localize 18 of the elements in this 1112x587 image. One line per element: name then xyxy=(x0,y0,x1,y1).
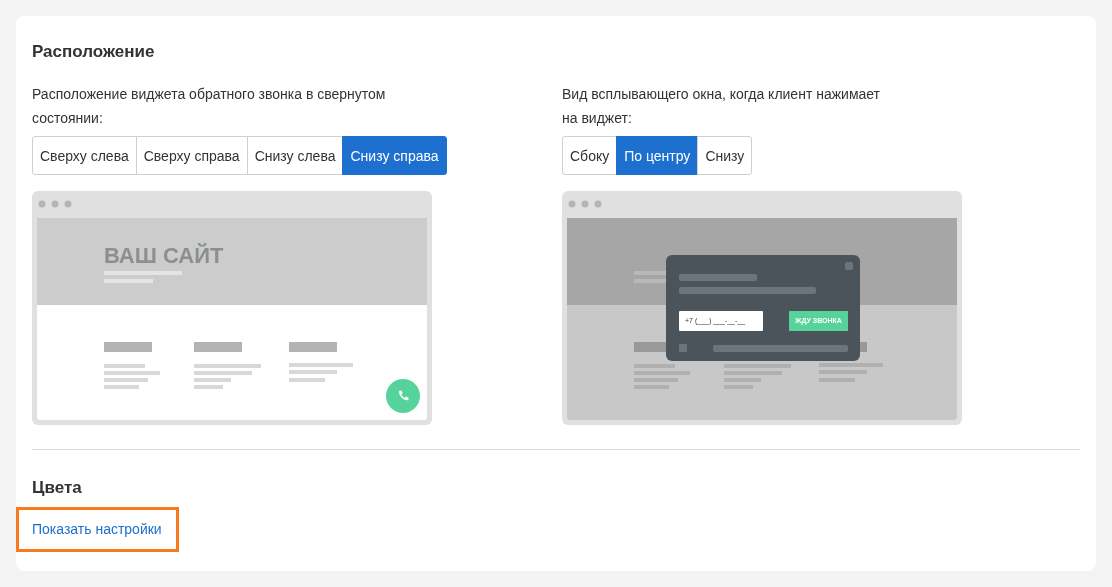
segment-button[interactable]: По центру xyxy=(616,136,699,175)
checkbox-icon xyxy=(679,344,687,352)
show-settings-link[interactable]: Показать настройки xyxy=(32,521,162,537)
segment-button[interactable]: Снизу xyxy=(697,136,753,175)
section-title: Цвета xyxy=(32,478,83,498)
segment-button[interactable]: Сверху справа xyxy=(135,136,248,175)
window-dots-icon xyxy=(38,200,72,208)
site-title: ВАШ САЙТ xyxy=(104,243,224,269)
segment-button[interactable]: Сверху слева xyxy=(32,136,137,175)
window-dots-icon xyxy=(568,200,602,208)
close-icon xyxy=(845,262,853,270)
segment-button[interactable]: Снизу слева xyxy=(246,136,344,175)
section-title: Расположение xyxy=(32,42,156,62)
segment-button[interactable]: Сбоку xyxy=(562,136,618,175)
segment-button[interactable]: Снизу справа xyxy=(342,136,447,175)
field-label: Вид всплывающего окна, когда клиент нажимает на виджет: xyxy=(562,85,882,128)
field-label: Расположение виджета обратного звонка в свернутом состоянии: xyxy=(32,85,387,128)
phone-icon xyxy=(386,379,420,413)
